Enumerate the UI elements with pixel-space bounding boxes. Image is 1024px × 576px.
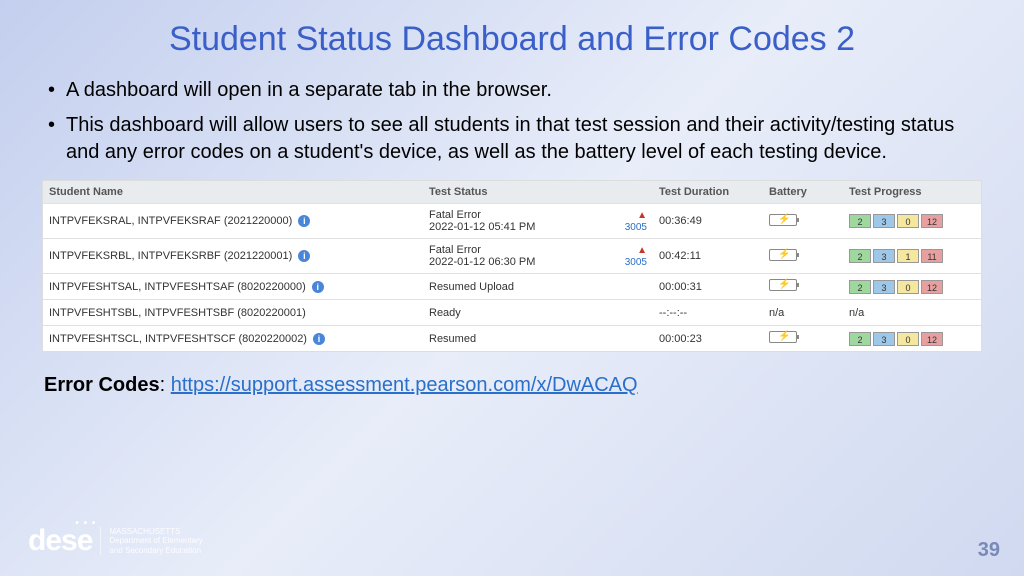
cell-battery: n/a [763,302,843,324]
info-icon[interactable]: i [312,281,324,293]
battery-icon: ⚡ [769,279,797,291]
progress-bar: 23012 [849,214,975,228]
cell-progress: 23012 [843,275,981,299]
cell-name: INTPVFEKSRBL, INTPVFEKSRBF (2021220001) … [43,245,423,267]
slide-title: Student Status Dashboard and Error Codes… [40,20,984,59]
battery-icon: ⚡ [769,331,797,343]
page-number: 39 [978,539,1000,562]
col-progress: Test Progress [843,181,981,203]
cell-name: INTPVFEKSRAL, INTPVFEKSRAF (2021220000) … [43,210,423,232]
table-row: INTPVFESHTSCL, INTPVFESHTSCF (8020220002… [43,325,981,351]
bullet-item: This dashboard will allow users to see a… [48,112,984,166]
cell-progress: 23111 [843,244,981,268]
battery-icon: ⚡ [769,249,797,261]
warning-icon: ▲ [609,245,647,256]
table-row: INTPVFESHTSAL, INTPVFESHTSAF (8020220000… [43,273,981,299]
cell-error [603,334,653,344]
cell-progress: 23012 [843,327,981,351]
col-error [603,187,653,197]
col-test-status: Test Status [423,181,603,203]
progress-bar: 23111 [849,249,975,263]
table-row: INTPVFEKSRAL, INTPVFEKSRAF (2021220000) … [43,203,981,238]
cell-name: INTPVFESHTSCL, INTPVFESHTSCF (8020220002… [43,328,423,350]
error-codes-label: Error Codes [44,374,160,396]
col-student-name: Student Name [43,181,423,203]
battery-icon: ⚡ [769,214,797,226]
cell-battery: ⚡ [763,209,843,234]
cell-status: Resumed Upload [423,276,603,298]
error-codes-link[interactable]: https://support.assessment.pearson.com/x… [171,374,638,396]
cell-battery: ⚡ [763,244,843,269]
col-duration: Test Duration [653,181,763,203]
cell-duration: 00:42:11 [653,245,763,267]
battery-na: n/a [769,307,784,319]
cell-duration: 00:00:31 [653,276,763,298]
logo-mark: dese• • • [28,524,92,558]
bullet-list: A dashboard will open in a separate tab … [40,77,984,166]
cell-battery: ⚡ [763,326,843,351]
cell-status: Fatal Error2022-01-12 05:41 PM [423,204,603,238]
table-row: INTPVFESHTSBL, INTPVFESHTSBF (8020220001… [43,299,981,325]
cell-progress: 23012 [843,209,981,233]
cell-status: Resumed [423,328,603,350]
cell-error [603,282,653,292]
cell-error [603,308,653,318]
cell-name: INTPVFESHTSBL, INTPVFESHTSBF (8020220001… [43,302,423,324]
dese-logo: dese• • • MASSACHUSETTS Department of El… [28,524,203,558]
cell-duration: 00:36:49 [653,210,763,232]
cell-status: Fatal Error2022-01-12 06:30 PM [423,239,603,273]
table-row: INTPVFEKSRBL, INTPVFEKSRBF (2021220001) … [43,238,981,273]
cell-name: INTPVFESHTSAL, INTPVFESHTSAF (8020220000… [43,276,423,298]
logo-text: MASSACHUSETTS Department of Elementary a… [100,527,202,556]
cell-error: ▲3005 [603,205,653,238]
cell-status: Ready [423,302,603,324]
progress-na: n/a [849,307,864,319]
progress-bar: 23012 [849,280,975,294]
cell-duration: --:--:-- [653,302,763,324]
error-codes-line: Error Codes: https://support.assessment.… [44,374,984,397]
info-icon[interactable]: i [298,250,310,262]
bullet-item: A dashboard will open in a separate tab … [48,77,984,104]
info-icon[interactable]: i [298,215,310,227]
cell-error: ▲3005 [603,240,653,273]
progress-bar: 23012 [849,332,975,346]
warning-icon: ▲ [609,210,647,221]
cell-progress: n/a [843,302,981,324]
col-battery: Battery [763,181,843,203]
table-header: Student Name Test Status Test Duration B… [43,181,981,203]
cell-battery: ⚡ [763,274,843,299]
info-icon[interactable]: i [313,333,325,345]
error-code[interactable]: 3005 [625,222,647,233]
cell-duration: 00:00:23 [653,328,763,350]
error-code[interactable]: 3005 [625,257,647,268]
status-table: Student Name Test Status Test Duration B… [42,180,982,352]
